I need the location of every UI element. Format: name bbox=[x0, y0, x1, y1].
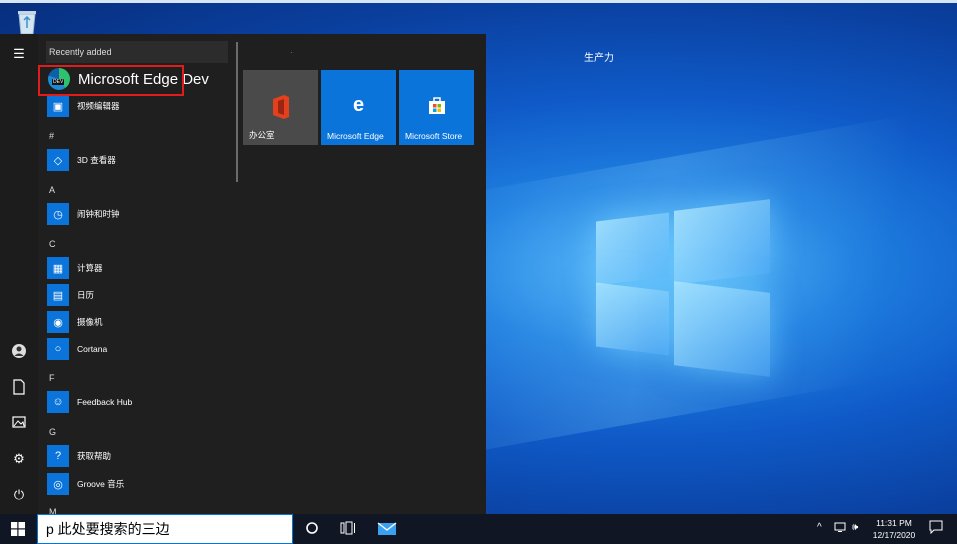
help-icon: ? bbox=[47, 445, 69, 467]
windows-logo bbox=[596, 195, 772, 377]
office-icon bbox=[270, 94, 292, 126]
app-calculator[interactable]: ▦ 计算器 bbox=[47, 256, 232, 280]
edge-icon: e bbox=[352, 94, 365, 116]
app-cortana[interactable]: ○ Cortana bbox=[47, 337, 232, 361]
tile-office[interactable]: 办公室 bbox=[243, 70, 318, 145]
taskbar: p 此处要搜索的三边 ^ 🕪 11:31 PM 12/17/2020 bbox=[0, 514, 957, 544]
section-letter-a[interactable]: A bbox=[49, 185, 55, 195]
app-alarms-clock[interactable]: ◷ 闹钟和时钟 bbox=[47, 202, 232, 226]
section-letter-g[interactable]: G bbox=[49, 427, 56, 437]
section-letter-c[interactable]: C bbox=[49, 239, 56, 249]
app-groove-music[interactable]: ◎ Groove 音乐 bbox=[47, 472, 232, 496]
network-icon[interactable] bbox=[834, 522, 846, 536]
documents-icon[interactable] bbox=[11, 379, 27, 395]
clock-icon: ◷ bbox=[47, 203, 69, 225]
action-center-icon[interactable] bbox=[929, 520, 943, 537]
feedback-icon: ☺ bbox=[47, 391, 69, 413]
app-list: Recently added ▣ 视频编辑器 # ◇ 3D 查看器 A ◷ 闹钟… bbox=[38, 34, 238, 514]
app-get-help[interactable]: ? 获取帮助 bbox=[47, 444, 232, 468]
show-hidden-icons-chevron-icon[interactable]: ^ bbox=[817, 522, 822, 533]
calendar-icon: ▤ bbox=[47, 284, 69, 306]
tile-microsoft-store[interactable]: Microsoft Store bbox=[399, 70, 474, 145]
cube-icon: ◇ bbox=[47, 149, 69, 171]
cortana-circle-icon[interactable] bbox=[304, 521, 320, 537]
app-list-scrollbar[interactable] bbox=[236, 42, 238, 182]
cortana-icon: ○ bbox=[47, 338, 69, 360]
desktop-label: 生产力 bbox=[584, 53, 614, 64]
power-icon[interactable]: ⏻ bbox=[11, 487, 27, 503]
tile-microsoft-edge[interactable]: e Microsoft Edge bbox=[321, 70, 396, 145]
app-video-editor[interactable]: ▣ 视频编辑器 bbox=[47, 94, 232, 118]
app-calendar[interactable]: ▤ 日历 bbox=[47, 283, 232, 307]
video-editor-icon: ▣ bbox=[47, 95, 69, 117]
camera-icon: ◉ bbox=[47, 311, 69, 333]
section-letter-f[interactable]: F bbox=[49, 373, 55, 383]
taskbar-search-input[interactable]: p 此处要搜索的三边 bbox=[37, 514, 293, 544]
user-account-icon[interactable] bbox=[11, 343, 27, 359]
store-icon bbox=[426, 94, 448, 122]
taskbar-clock[interactable]: 11:31 PM 12/17/2020 bbox=[868, 517, 920, 541]
recently-added-header: Recently added bbox=[46, 41, 228, 63]
clock-time: 11:31 PM bbox=[876, 518, 912, 528]
music-icon: ◎ bbox=[47, 473, 69, 495]
windows-start-icon bbox=[11, 522, 25, 536]
app-feedback-hub[interactable]: ☺ Feedback Hub bbox=[47, 390, 232, 414]
app-3d-viewer[interactable]: ◇ 3D 查看器 bbox=[47, 148, 232, 172]
task-view-icon[interactable] bbox=[340, 521, 356, 537]
hamburger-menu-icon[interactable]: ☰ bbox=[11, 46, 27, 62]
tiles-group-header: · bbox=[290, 48, 293, 57]
pictures-icon[interactable] bbox=[11, 416, 27, 432]
section-letter-hash[interactable]: # bbox=[49, 131, 54, 141]
window-top-edge bbox=[0, 0, 957, 3]
clock-date: 12/17/2020 bbox=[872, 530, 916, 540]
start-button[interactable] bbox=[0, 514, 36, 544]
settings-gear-icon[interactable]: ⚙ bbox=[11, 451, 27, 467]
calculator-icon: ▦ bbox=[47, 257, 69, 279]
mail-icon[interactable] bbox=[377, 521, 397, 537]
recycle-bin-icon[interactable] bbox=[13, 8, 41, 36]
app-camera[interactable]: ◉ 摄像机 bbox=[47, 310, 232, 334]
start-rail: ☰ ⚙ ⏻ bbox=[0, 34, 38, 514]
section-letter-m[interactable]: M bbox=[49, 507, 57, 514]
highlight-box bbox=[38, 65, 184, 96]
start-menu: ☰ ⚙ ⏻ Recently added ▣ 视频编辑器 # ◇ 3D 查看器 … bbox=[0, 34, 486, 514]
volume-icon[interactable]: 🕪 bbox=[852, 522, 858, 533]
